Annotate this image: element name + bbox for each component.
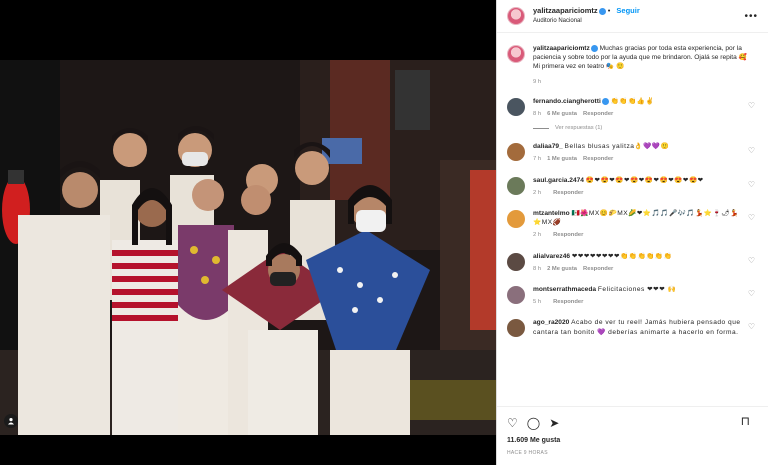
comment-item: daliaa79_ Bellas blusas yalitza👌💜💜🙂 7 h 1 … [507, 142, 757, 164]
commenter-avatar[interactable] [507, 252, 525, 271]
comment-time: 8 h [533, 111, 542, 118]
caption-text-line2: Mi primera vez en teatro 🎭 🙂 [533, 63, 625, 71]
comment-like-heart-icon[interactable]: ♡ [748, 180, 755, 189]
comment-text: Felicitaciones ❤❤❤ 🙌 [597, 286, 677, 294]
view-replies-label[interactable]: Ver respuestas (1) [555, 125, 602, 131]
post-media [0, 0, 496, 465]
comment-username[interactable]: fernando.ciangherotti [533, 98, 601, 105]
comment-likes[interactable]: 6 Me gusta [547, 110, 577, 119]
bookmark-icon[interactable]: ⊓ [741, 415, 750, 427]
reply-button[interactable]: Responder [583, 155, 613, 164]
comment-username[interactable]: saul.garcia.2474 [533, 177, 584, 184]
comment-username[interactable]: montserrathmaceda [533, 286, 596, 293]
verified-badge-icon [590, 44, 598, 52]
post-location[interactable]: Auditorio Nacional [533, 16, 640, 26]
commenter-avatar[interactable] [507, 143, 525, 162]
follow-button[interactable]: Seguir [616, 6, 639, 15]
comment-likes[interactable]: 2 Me gusta [547, 265, 577, 274]
caption: yalitzaapariciomtz Muchas gracias por to… [507, 44, 757, 87]
comment-username[interactable]: ago_ra2020 [533, 319, 569, 326]
view-replies-button[interactable]: Ver respuestas (1) [533, 125, 757, 131]
comment-time: 5 h [533, 299, 542, 306]
reply-button[interactable]: Responder [583, 110, 613, 119]
comment-like-heart-icon[interactable]: ♡ [748, 289, 755, 298]
comment-text: 👏👏👏👍✌ [610, 97, 655, 105]
group-photo-illustration [0, 60, 496, 435]
share-icon[interactable]: ➤ [549, 417, 559, 429]
post-side-panel: yalitzaapariciomtz • Seguir Auditorio Na… [496, 0, 768, 465]
comment-time: 7 h [533, 156, 542, 163]
posted-time: HACE 9 HORAS [507, 450, 548, 456]
comment-text: Bellas blusas yalitza👌💜💜🙂 [564, 143, 670, 151]
comment-text: 😍❤😍❤😍❤😍❤😍❤😍❤😍❤😍❤ [585, 176, 704, 184]
author-avatar[interactable] [507, 7, 525, 25]
author-avatar[interactable] [507, 45, 525, 63]
comment-time: 2 h [533, 232, 542, 239]
comment-item: alialvarez46 ❤❤❤❤❤❤❤❤👏👏👏👏👏👏 8 h 2 Me gusta… [507, 252, 757, 274]
commenter-avatar[interactable] [507, 319, 525, 338]
comment-item: fernando.ciangherotti 👏👏👏👍✌ 8 h 6 Me gusta… [507, 97, 757, 131]
post-actions: ♡ ◯ ➤ ⊓ 11.609 Me gusta HACE 9 HORAS [497, 406, 768, 465]
verified-badge-icon [601, 97, 609, 105]
commenter-avatar[interactable] [507, 176, 525, 195]
post-header: yalitzaapariciomtz • Seguir Auditorio Na… [497, 0, 768, 33]
reply-button[interactable]: Responder [553, 231, 583, 240]
comment-text: ❤❤❤❤❤❤❤❤👏👏👏👏👏👏 [571, 252, 673, 260]
comments-list[interactable]: yalitzaapariciomtz Muchas gracias por to… [497, 34, 768, 406]
comment-likes[interactable]: 1 Me gusta [547, 155, 577, 164]
comment-like-heart-icon[interactable]: ♡ [748, 101, 755, 110]
comment-item: mtzantelmo 🇲🇽🌺MX😊🌮MX🌽❤⭐🎵🎵🎤🎶🎵💃⭐🍷🌶💃⭐MX🏈 2 h… [507, 209, 757, 241]
reply-button[interactable]: Responder [553, 298, 583, 307]
reply-button[interactable]: Responder [583, 265, 613, 274]
comment-like-heart-icon[interactable]: ♡ [748, 256, 755, 265]
more-horizontal-icon[interactable]: ••• [744, 11, 758, 22]
verified-badge-icon [598, 7, 606, 15]
post-photo[interactable] [0, 60, 496, 435]
comment-time: 2 h [533, 189, 542, 196]
replies-divider [533, 127, 549, 129]
likes-count[interactable]: 11.609 Me gusta [507, 437, 759, 444]
comment-item: saul.garcia.2474 😍❤😍❤😍❤😍❤😍❤😍❤😍❤😍❤ 2 h Resp… [507, 176, 757, 198]
reply-button[interactable]: Responder [553, 189, 583, 198]
caption-time: 9 h [533, 78, 542, 85]
comment-like-heart-icon[interactable]: ♡ [748, 322, 755, 331]
tagged-users-icon[interactable] [4, 414, 18, 428]
author-username[interactable]: yalitzaapariciomtz [533, 6, 598, 15]
comment-icon[interactable]: ◯ [527, 417, 540, 429]
comment-item: montserrathmaceda Felicitaciones ❤❤❤ 🙌 5 … [507, 285, 757, 307]
heart-icon[interactable]: ♡ [507, 417, 518, 429]
comment-like-heart-icon[interactable]: ♡ [748, 213, 755, 222]
comment-like-heart-icon[interactable]: ♡ [748, 146, 755, 155]
comment-username[interactable]: alialvarez46 [533, 253, 570, 260]
commenter-avatar[interactable] [507, 210, 525, 229]
commenter-avatar[interactable] [507, 97, 525, 116]
instagram-post-window: yalitzaapariciomtz • Seguir Auditorio Na… [0, 0, 768, 465]
comment-time: 8 h [533, 265, 542, 272]
caption-username[interactable]: yalitzaapariciomtz [533, 45, 590, 52]
commenter-avatar[interactable] [507, 286, 525, 305]
comment-username[interactable]: mtzantelmo [533, 210, 570, 217]
comment-username[interactable]: daliaa79_ [533, 143, 563, 150]
comment-item: ago_ra2020 Acabo de ver tu reel! Jamás h… [507, 318, 757, 340]
